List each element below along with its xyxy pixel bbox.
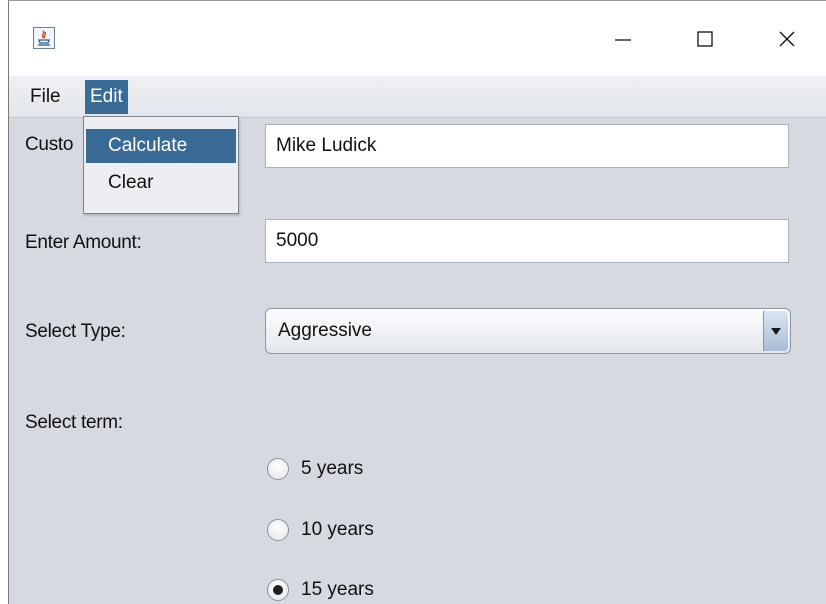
radio-dot [273, 585, 283, 595]
menu-item-calculate[interactable]: Calculate [86, 129, 236, 163]
menu-file[interactable]: File [25, 80, 66, 114]
type-label: Select Type: [25, 321, 126, 342]
customer-name-label: Custo [25, 134, 74, 155]
dropdown-arrow-button[interactable] [763, 311, 788, 351]
menu-bar: File Edit [9, 76, 826, 118]
amount-field[interactable]: 5000 [265, 219, 789, 263]
edit-menu-dropdown: Calculate Clear [83, 116, 239, 214]
term-label: Select term: [25, 412, 123, 433]
minimize-button[interactable] [593, 19, 653, 59]
radio-unchecked-icon[interactable] [267, 458, 289, 480]
maximize-icon [697, 31, 713, 47]
amount-label: Enter Amount: [25, 232, 142, 253]
customer-name-field[interactable]: Mike Ludick [265, 124, 789, 168]
type-selected-value: Aggressive [278, 320, 372, 341]
title-bar[interactable] [9, 1, 826, 76]
term-radio-label: 5 years [301, 458, 364, 479]
chevron-down-icon [771, 328, 781, 335]
app-window: File Edit Custo Mike Ludick Enter Amount… [8, 0, 826, 604]
close-button[interactable] [757, 19, 817, 59]
minimize-icon [615, 39, 631, 41]
term-radio-5-years[interactable]: 5 years [267, 456, 363, 482]
term-radio-10-years[interactable]: 10 years [267, 517, 374, 543]
term-radio-label: 10 years [301, 519, 374, 540]
menu-item-clear[interactable]: Clear [86, 166, 236, 200]
radio-checked-icon[interactable] [267, 579, 289, 601]
close-icon [779, 31, 795, 47]
radio-unchecked-icon[interactable] [267, 519, 289, 541]
java-app-icon[interactable] [33, 27, 55, 49]
type-combobox[interactable]: Aggressive [265, 308, 791, 354]
term-radio-15-years[interactable]: 15 years [267, 577, 374, 603]
term-radio-label: 15 years [301, 579, 374, 600]
maximize-button[interactable] [675, 19, 735, 59]
menu-edit[interactable]: Edit [85, 80, 128, 114]
